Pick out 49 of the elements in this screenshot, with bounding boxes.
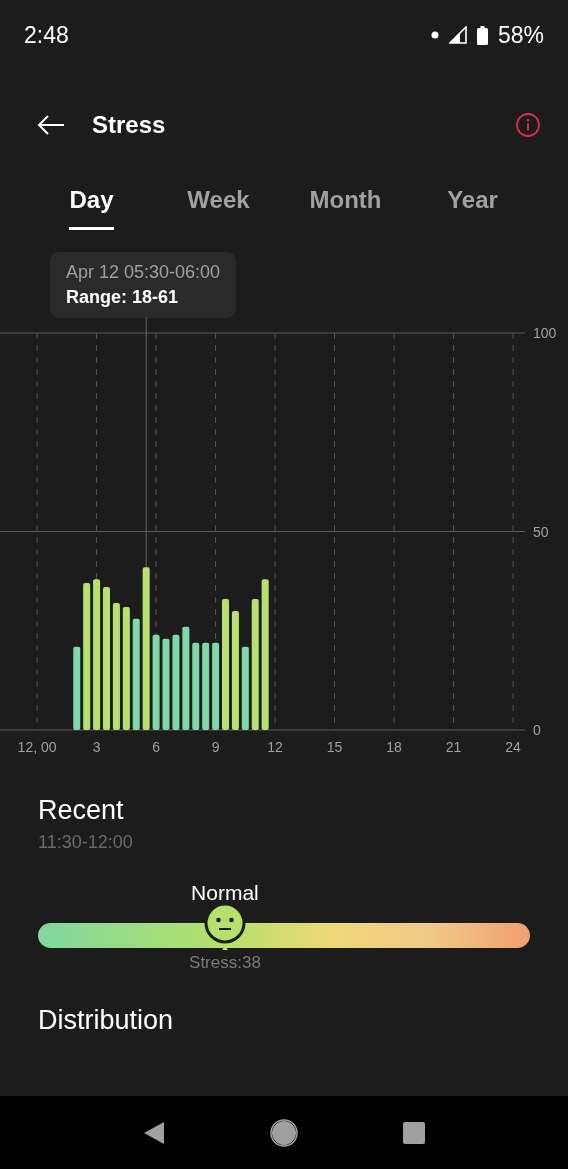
x-axis-label: 12 [267, 739, 283, 755]
period-tab[interactable]: Week [187, 180, 250, 230]
x-axis-label: 15 [326, 739, 343, 755]
stress-reading: Stress:38 [189, 953, 261, 973]
clock-time: 2:48 [24, 21, 69, 49]
stress-status: Normal [191, 881, 259, 905]
section-title: Recent [38, 795, 125, 826]
stress-bar[interactable] [251, 599, 259, 730]
x-axis-label: 6 [152, 739, 160, 755]
stress-bar[interactable] [182, 626, 190, 730]
period-tab[interactable]: Day [69, 180, 114, 230]
home-icon[interactable] [270, 1118, 298, 1147]
tooltip-time: Apr 12 05:30-06:00 [66, 262, 221, 283]
stress-bar[interactable] [261, 579, 269, 730]
stress-bar[interactable] [142, 567, 150, 730]
stress-bar[interactable] [93, 579, 101, 730]
x-axis-label: 24 [505, 739, 521, 755]
stress-bar[interactable] [112, 602, 120, 730]
x-axis-label: 18 [386, 739, 402, 755]
back-arrow-icon[interactable] [37, 115, 65, 135]
stress-bar[interactable] [192, 642, 200, 730]
x-axis-label: 9 [211, 739, 220, 755]
y-axis-label: 50 [533, 523, 549, 540]
y-axis-label: 100 [533, 325, 557, 341]
period-tab[interactable]: Month [309, 180, 382, 230]
x-axis-label: 12, 00 [17, 739, 57, 755]
info-icon[interactable] [516, 113, 540, 137]
battery-percent: 58% [497, 21, 544, 49]
battery-icon [476, 25, 488, 45]
stress-bar[interactable] [122, 606, 130, 730]
y-axis-label: 0 [533, 722, 541, 738]
stress-bar[interactable] [212, 642, 220, 730]
signal-icon [448, 26, 467, 44]
period-tab[interactable]: Year [447, 180, 498, 230]
notification-dot-icon [430, 31, 439, 39]
stress-bar[interactable] [241, 646, 249, 730]
stress-bar[interactable] [202, 642, 210, 730]
page-title: Stress [92, 111, 166, 139]
x-axis-label: 3 [92, 739, 101, 755]
stress-bar[interactable] [132, 618, 140, 730]
stress-bar[interactable] [231, 610, 239, 730]
recent-time: 11:30-12:00 [38, 832, 134, 853]
recents-icon[interactable] [403, 1121, 426, 1144]
stress-bar[interactable] [83, 583, 91, 730]
section-title: Distribution [37, 1005, 175, 1036]
tooltip-range: Range: 18-61 [66, 287, 180, 308]
back-icon[interactable] [142, 1120, 165, 1145]
stress-bar[interactable] [73, 646, 81, 730]
x-axis-label: 21 [445, 739, 462, 755]
